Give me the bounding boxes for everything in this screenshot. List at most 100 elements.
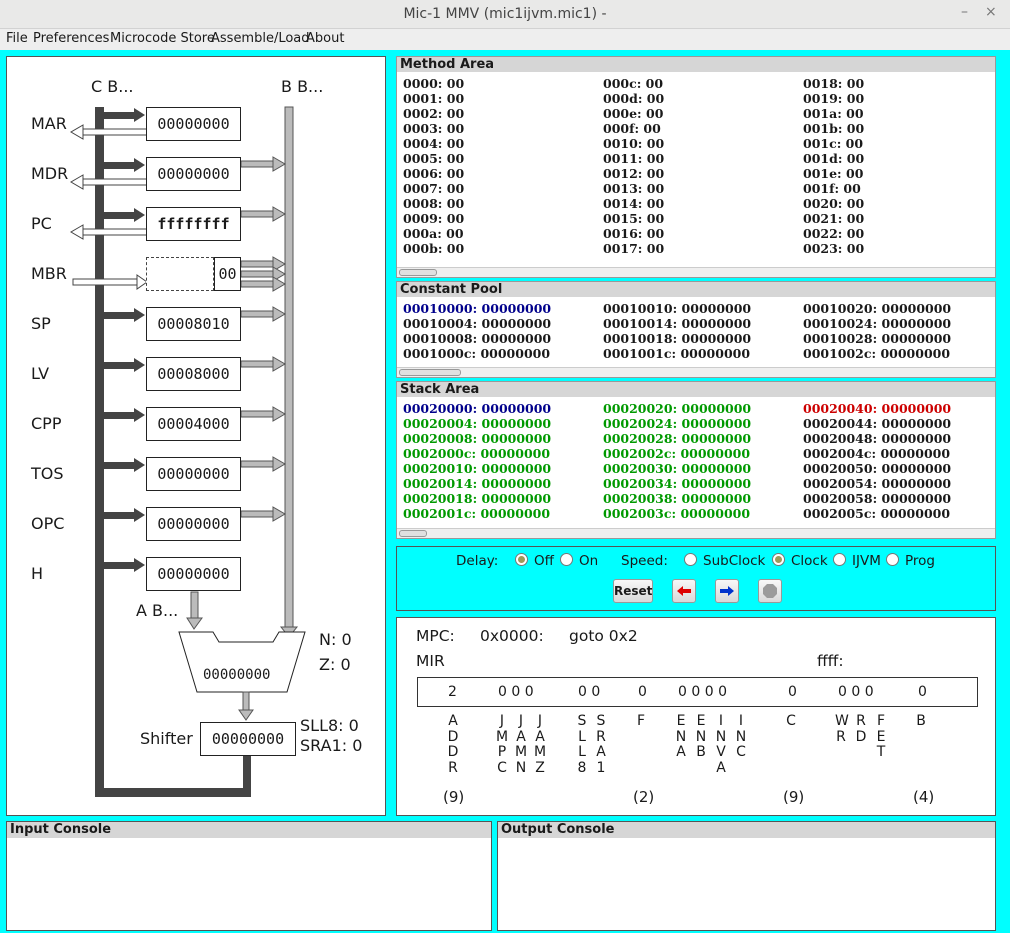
memory-cell: 001c: 00 — [803, 136, 864, 151]
field-label-fet: F E T — [876, 713, 886, 760]
delay-off-label[interactable]: Off — [534, 553, 554, 569]
menu-preferences[interactable]: Preferences — [33, 31, 109, 46]
control-panel: Delay: Off On Speed: SubClock Clock IJVM… — [396, 546, 996, 611]
memory-cell: 0001000c: 00000000 — [403, 346, 551, 361]
step-back-button[interactable] — [672, 579, 696, 603]
stack-area-title: Stack Area — [397, 382, 995, 397]
field-label-jamn: J A M N — [515, 713, 528, 776]
stop-icon — [763, 584, 777, 598]
reset-button[interactable]: Reset — [613, 579, 653, 603]
memory-cell: 00020010: 00000000 — [403, 461, 552, 476]
method-area: Method Area 0000: 00 0001: 00 0002: 00 0003… — [396, 56, 996, 278]
memory-cell: 0020: 00 — [803, 196, 865, 211]
constant-pool-col3: 00010020: 00000000 00010024: 00000000 0001… — [803, 301, 951, 361]
register-label-mdr: MDR — [31, 164, 69, 183]
memory-cell: 0023: 00 — [803, 241, 865, 256]
memory-cell: 0022: 00 — [803, 226, 865, 241]
register-mbr-empty — [146, 257, 214, 291]
speed-ijvm-label[interactable]: IJVM — [852, 553, 881, 569]
memory-cell: 00010008: 00000000 — [403, 331, 552, 346]
register-label-tos: TOS — [31, 464, 64, 483]
memory-cell: 0012: 00 — [603, 166, 665, 181]
speed-ijvm-radio[interactable] — [833, 553, 846, 566]
register-tos: 00000000 — [146, 457, 241, 491]
speed-subclock-radio[interactable] — [684, 553, 697, 566]
speed-label: Speed: — [621, 553, 668, 569]
input-console[interactable]: Input Console — [6, 821, 492, 931]
delay-on-radio[interactable] — [560, 553, 573, 566]
memory-cell: 0014: 00 — [603, 196, 665, 211]
register-mdr: 00000000 — [146, 157, 241, 191]
menu-file[interactable]: File — [6, 31, 28, 46]
memory-cell: 0008: 00 — [403, 196, 465, 211]
z-flag: Z: 0 — [319, 655, 351, 674]
memory-cell: 000e: 00 — [603, 106, 664, 121]
stack-area-scrollbar[interactable] — [397, 528, 995, 538]
memory-cell: 00020024: 00000000 — [603, 416, 752, 431]
sll8-flag: SLL8: 0 — [300, 716, 359, 735]
memory-cell: 00010000: 00000000 — [403, 301, 552, 316]
speed-clock-label[interactable]: Clock — [791, 553, 828, 569]
speed-subclock-label[interactable]: SubClock — [703, 553, 765, 569]
a-bus-label: A B... — [136, 601, 179, 620]
mir-register: 2 0 0 0 0 0 0 0 0 0 0 0 0 0 0 0 — [417, 677, 978, 707]
field-label-addr: A D D R — [447, 713, 459, 776]
menu-assemble-load[interactable]: Assemble/Load — [211, 31, 310, 46]
count-b: (4) — [913, 788, 935, 806]
memory-cell: 001f: 00 — [803, 181, 861, 196]
current-instruction: goto 0x2 — [569, 627, 638, 645]
memory-cell: 00020054: 00000000 — [803, 476, 952, 491]
menu-about[interactable]: About — [306, 31, 344, 46]
register-label-h: H — [31, 564, 44, 583]
memory-cell: 00020050: 00000000 — [803, 461, 952, 476]
memory-cell: 000a: 00 — [403, 226, 464, 241]
memory-cell: 0003: 00 — [403, 121, 465, 136]
b-bus-line — [284, 106, 294, 638]
memory-cell: 00020018: 00000000 — [403, 491, 552, 506]
output-console[interactable]: Output Console — [497, 821, 996, 931]
mpc-label: MPC: — [416, 627, 455, 645]
step-forward-button[interactable] — [715, 579, 739, 603]
constant-pool-col2: 00010010: 00000000 00010014: 00000000 0001… — [603, 301, 751, 361]
stop-button[interactable] — [758, 579, 782, 603]
input-console-title: Input Console — [7, 822, 491, 838]
memory-cell: 0017: 00 — [603, 241, 665, 256]
count-c: (9) — [783, 788, 805, 806]
mir-shift: 0 0 — [578, 684, 601, 700]
alu-shape — [178, 631, 306, 693]
minimize-icon[interactable]: – — [961, 4, 968, 20]
constant-pool-col1: 00010000: 00000000 00010004: 00000000 0001… — [403, 301, 551, 361]
memory-cell: 00020030: 00000000 — [603, 461, 752, 476]
stack-area-col3: 00020040: 00000000 00020044: 00000000 0002… — [803, 401, 951, 521]
method-area-scrollbar[interactable] — [397, 267, 995, 277]
constant-pool-scrollbar[interactable] — [397, 367, 995, 377]
register-pc: ffffffff — [146, 207, 241, 241]
memory-cell: 0001001c: 00000000 — [603, 346, 751, 361]
stack-area-col2: 00020020: 00000000 00020024: 00000000 0002… — [603, 401, 751, 521]
count-addr: (9) — [443, 788, 465, 806]
register-label-mar: MAR — [31, 114, 67, 133]
memory-cell: 0009: 00 — [403, 211, 465, 226]
close-icon[interactable]: × — [985, 4, 997, 20]
register-label-mbr: MBR — [31, 264, 67, 283]
mir-f: 0 — [638, 684, 647, 700]
memory-cell: 00020044: 00000000 — [803, 416, 952, 431]
speed-clock-radio[interactable] — [772, 553, 785, 566]
menu-microcode-store[interactable]: Microcode Store — [110, 31, 215, 46]
speed-prog-label[interactable]: Prog — [905, 553, 935, 569]
c-bus-label: C B... — [91, 77, 134, 96]
memory-cell: 00020038: 00000000 — [603, 491, 752, 506]
memory-cell: 001d: 00 — [803, 151, 865, 166]
field-label-sll8: S L L 8 — [577, 713, 587, 776]
memory-cell: 000c: 00 — [603, 76, 664, 91]
delay-off-radio[interactable] — [515, 553, 528, 566]
memory-cell: 00010018: 00000000 — [603, 331, 752, 346]
window-title: Mic-1 MMV (mic1ijvm.mic1) - — [403, 6, 607, 22]
delay-on-label[interactable]: On — [579, 553, 598, 569]
memory-cell: 00020008: 00000000 — [403, 431, 552, 446]
register-lv: 00008000 — [146, 357, 241, 391]
speed-prog-radio[interactable] — [886, 553, 899, 566]
memory-cell: 00020048: 00000000 — [803, 431, 952, 446]
mir-label: MIR — [416, 652, 445, 670]
constant-pool-title: Constant Pool — [397, 282, 995, 297]
